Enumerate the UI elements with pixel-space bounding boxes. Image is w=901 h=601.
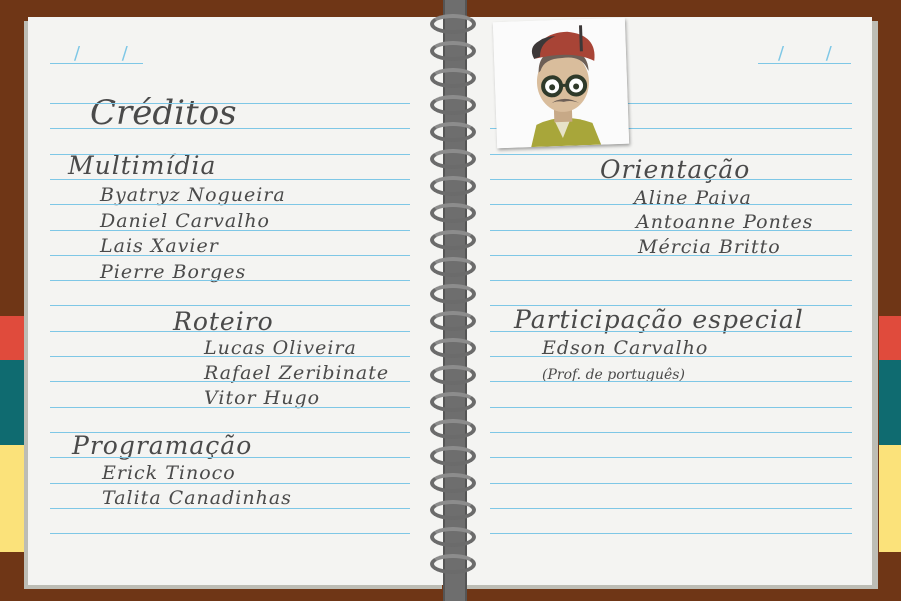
- date-underline: [50, 63, 143, 64]
- spiral-ring: [430, 311, 476, 331]
- spiral-ring: [430, 527, 476, 547]
- ruled-line: [490, 407, 852, 408]
- spiral-ring: [430, 446, 476, 466]
- credit-name: Byatryz Nogueira: [100, 184, 286, 206]
- ruled-line: [50, 356, 410, 357]
- credit-name: Vitor Hugo: [204, 387, 321, 409]
- spiral-ring: [430, 554, 476, 574]
- ruled-line: [50, 483, 410, 484]
- ruled-line: [50, 204, 410, 205]
- ruled-line: [490, 457, 852, 458]
- ruled-line: [50, 154, 410, 155]
- ruled-line: [490, 356, 852, 357]
- credit-name: Lais Xavier: [100, 235, 219, 257]
- ruled-line: [50, 508, 410, 509]
- spiral-ring: [430, 230, 476, 250]
- tab-red: [0, 316, 30, 360]
- date-mark: / /: [778, 43, 850, 64]
- ruled-line: [50, 179, 410, 180]
- ruled-line: [50, 381, 410, 382]
- spiral-ring: [430, 95, 476, 115]
- spiral-ring: [430, 68, 476, 88]
- spiral-ring: [430, 338, 476, 358]
- mascot-portrait-icon: [492, 17, 630, 149]
- tab-teal: [0, 360, 30, 445]
- ruled-line: [490, 331, 852, 332]
- tab-yellow: [0, 445, 30, 552]
- ruled-line: [490, 305, 852, 306]
- ruled-line: [50, 103, 410, 104]
- tab-red-right: [879, 316, 901, 360]
- spiral-ring: [430, 149, 476, 169]
- spiral-ring: [430, 176, 476, 196]
- ruled-line: [50, 280, 410, 281]
- ruled-line: [490, 154, 852, 155]
- ruled-line: [490, 280, 852, 281]
- spiral-ring: [430, 257, 476, 277]
- spiral-ring: [430, 365, 476, 385]
- ruled-line: [50, 533, 410, 534]
- ruled-line: [490, 432, 852, 433]
- spiral-ring: [430, 14, 476, 34]
- ruled-line: [490, 179, 852, 180]
- ruled-line: [490, 483, 852, 484]
- credit-name: Aline Paiva: [634, 187, 752, 209]
- section-heading-programacao: Programação: [72, 431, 253, 460]
- credit-name: Talita Canadinhas: [102, 487, 292, 509]
- ruled-line: [490, 508, 852, 509]
- date-underline: [758, 63, 851, 64]
- date-mark: / /: [74, 43, 146, 64]
- ruled-line: [490, 230, 852, 231]
- spiral-ring: [430, 419, 476, 439]
- ruled-line: [50, 128, 410, 129]
- ruled-line: [50, 407, 410, 408]
- ruled-line: [50, 432, 410, 433]
- section-heading-participacao: Participação especial: [514, 305, 804, 334]
- tab-yellow-right: [879, 445, 901, 552]
- spiral-ring: [430, 203, 476, 223]
- credit-name: Erick Tinoco: [102, 462, 236, 484]
- tab-teal-right: [879, 360, 901, 445]
- spiral-ring: [430, 473, 476, 493]
- ruled-line: [490, 381, 852, 382]
- ruled-line: [50, 230, 410, 231]
- ruled-line: [50, 255, 410, 256]
- ruled-line: [50, 305, 410, 306]
- ruled-line: [628, 103, 852, 104]
- left-page: / / Créditos Multimídia Byatryz Nogueira…: [28, 17, 446, 585]
- spiral-ring: [430, 122, 476, 142]
- spiral-ring: [430, 41, 476, 61]
- spiral-ring: [430, 500, 476, 520]
- page-title: Créditos: [90, 93, 237, 133]
- ruled-line: [490, 533, 852, 534]
- ruled-line: [50, 331, 410, 332]
- spiral-ring: [430, 284, 476, 304]
- ruled-line: [490, 255, 852, 256]
- spiral-ring: [430, 392, 476, 412]
- credit-name: Daniel Carvalho: [100, 210, 270, 232]
- mascot-photo: [492, 17, 630, 149]
- ruled-line: [50, 457, 410, 458]
- section-heading-multimidia: Multimídia: [68, 151, 217, 180]
- ruled-line: [490, 204, 852, 205]
